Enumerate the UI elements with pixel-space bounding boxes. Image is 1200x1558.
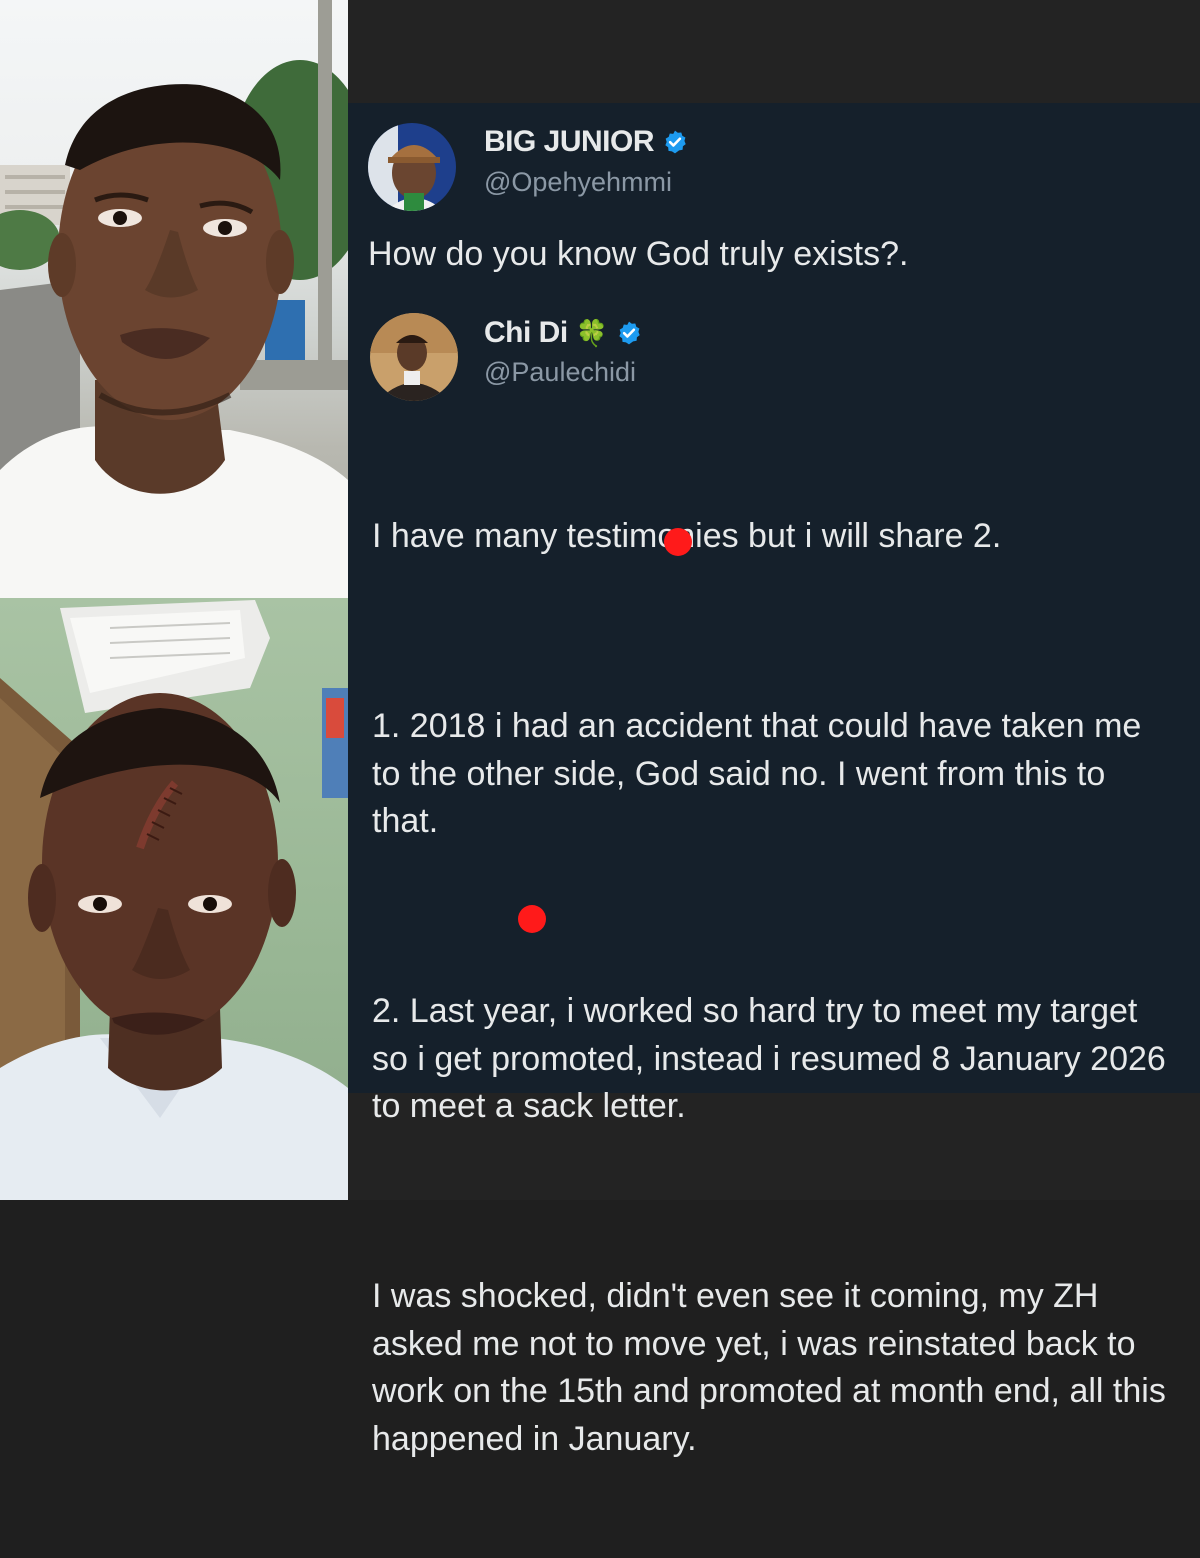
verified-badge-icon	[665, 130, 686, 154]
tweet-card: BIG JUNIOR @Opehyehmmi How do you know G…	[348, 103, 1200, 1458]
big-junior-display-name[interactable]: BIG JUNIOR	[484, 125, 655, 159]
reply-paragraph-2: 1. 2018 i had an accident that could hav…	[372, 707, 1151, 840]
reply-paragraph-4: I was shocked, didn't even see it coming…	[372, 1277, 1176, 1458]
red-dot-marker	[664, 528, 692, 556]
big-junior-avatar[interactable]	[368, 123, 456, 211]
top-photo	[0, 0, 348, 598]
reply-tweet-text: I have many testimonies but i will share…	[372, 418, 1172, 1558]
four-leaf-clover-icon: 🍀	[575, 318, 609, 348]
big-junior-name-row: BIG JUNIOR	[484, 125, 688, 159]
chi-di-avatar[interactable]	[370, 313, 458, 401]
bottom-photo	[0, 598, 348, 1200]
chi-di-display-name[interactable]: Chi Di	[484, 316, 568, 350]
reply-paragraph-3: 2. Last year, i worked so hard try to me…	[372, 992, 1176, 1125]
man-with-scar-photo-icon	[0, 600, 348, 1200]
big-junior-handle[interactable]: @Opehyehmmi	[484, 167, 672, 198]
original-tweet-text: How do you know God truly exists?.	[368, 235, 909, 273]
tweet-panel: BIG JUNIOR @Opehyehmmi How do you know G…	[348, 0, 1200, 1458]
chi-di-name-row: Chi Di 🍀	[484, 316, 642, 350]
red-dot-marker	[518, 905, 546, 933]
verified-badge-icon	[619, 321, 640, 345]
profile-photo-icon	[368, 123, 456, 211]
reply-paragraph-1: I have many testimonies but i will share…	[372, 517, 1002, 555]
chi-di-handle[interactable]: @Paulechidi	[484, 357, 636, 388]
man-selfie-photo-icon	[0, 0, 348, 598]
profile-photo-icon	[370, 313, 458, 401]
